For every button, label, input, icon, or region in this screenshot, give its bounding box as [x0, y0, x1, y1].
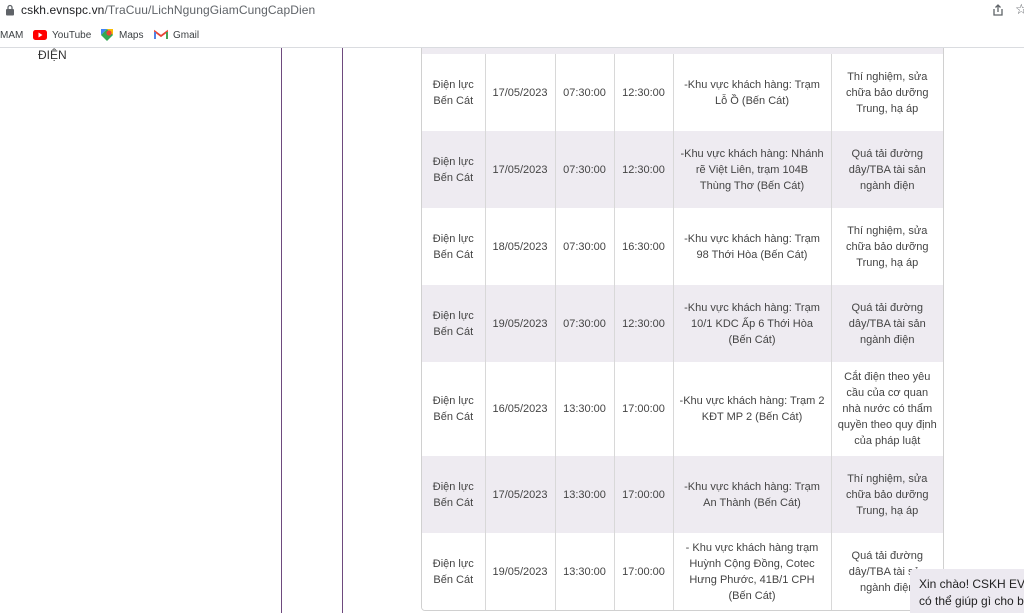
chat-greeting-line-2: có thể giúp gì cho bạn [919, 594, 1024, 608]
cell-area: -Khu vực khách hàng: Trạm 10/1 KDC Ấp 6 … [672, 285, 831, 362]
cell-start-time: 07:30:00 [554, 285, 614, 362]
url-text[interactable]: cskh.evnspc.vn/TraCuu/LichNgungGiamCungC… [21, 3, 315, 17]
gmail-icon [154, 29, 168, 39]
cell-start-time: 07:30:00 [554, 54, 614, 131]
bookmarks-bar: MAM YouTube Maps Gmail [0, 22, 1024, 48]
cell-area: -Khu vực khách hàng: Trạm Lỗ Ồ (Bến Cát) [672, 54, 831, 131]
url-path: /TraCuu/LichNgungGiamCungCapDien [104, 3, 316, 17]
cell-reason: Quá tải đường dây/TBA tài sản ngành điện [830, 131, 943, 208]
maps-icon [101, 29, 113, 41]
cell-date: 17/05/2023 [484, 131, 555, 208]
bookmark-label: Gmail [173, 29, 200, 41]
cell-unit: Điện lực Bến Cát [422, 456, 485, 533]
cell-unit: Điện lực Bến Cát [422, 208, 485, 285]
cell-end-time: 12:30:00 [613, 131, 673, 208]
cell-reason: Thí nghiệm, sửa chữa bảo dưỡng Trung, hạ… [830, 208, 943, 285]
chat-greeting-line-1: Xin chào! CSKH EVN [919, 577, 1024, 591]
table-row: Điện lực Bến Cát 16/05/2023 13:30:00 17:… [422, 362, 943, 456]
column-divider-right [342, 48, 343, 613]
page-content: ĐIỆN Điện lực Bến Cát 17/05/2023 07:30:0… [0, 48, 1024, 613]
cell-start-time: 07:30:00 [554, 131, 614, 208]
cell-end-time: 17:00:00 [613, 533, 673, 610]
bookmark-label: MAM [0, 29, 24, 41]
cell-start-time: 13:30:00 [554, 362, 614, 456]
cell-area: -Khu vực khách hàng: Trạm 2 KĐT MP 2 (Bế… [672, 362, 831, 456]
table-row: Điện lực Bến Cát 17/05/2023 07:30:00 12:… [422, 54, 943, 131]
cell-reason: Thí nghiệm, sửa chữa bảo dưỡng Trung, hạ… [830, 54, 943, 131]
cell-reason: Quá tải đường dây/TBA tài sản ngành điện [830, 285, 943, 362]
share-icon[interactable] [991, 3, 1005, 17]
bookmark-mam[interactable]: MAM [0, 27, 23, 43]
cell-unit: Điện lực Bến Cát [422, 285, 485, 362]
cell-area: -Khu vực khách hàng: Trạm An Thành (Bến … [672, 456, 831, 533]
lock-icon [6, 4, 14, 16]
table-row: Điện lực Bến Cát 18/05/2023 07:30:00 16:… [422, 208, 943, 285]
table-row: Điện lực Bến Cát 19/05/2023 07:30:00 12:… [422, 285, 943, 362]
bookmark-label: YouTube [52, 29, 92, 41]
cell-reason: Thí nghiệm, sửa chữa bảo dưỡng Trung, hạ… [830, 456, 943, 533]
cell-date: 19/05/2023 [484, 533, 555, 610]
cell-end-time: 17:00:00 [613, 456, 673, 533]
column-divider-left [281, 48, 282, 613]
cell-area: - Khu vực khách hàng trạm Huỳnh Cộng Đồn… [672, 533, 831, 610]
cell-date: 18/05/2023 [484, 208, 555, 285]
bookmark-gmail[interactable]: Gmail [154, 27, 199, 43]
bookmark-label: Maps [119, 29, 144, 41]
youtube-icon [33, 30, 47, 40]
cell-start-time: 07:30:00 [554, 208, 614, 285]
chat-greeting-popup[interactable]: Xin chào! CSKH EVN có thể giúp gì cho bạ… [910, 569, 1024, 613]
cell-reason: Cắt điện theo yêu cầu của cơ quan nhà nư… [830, 362, 943, 456]
cell-date: 17/05/2023 [484, 54, 555, 131]
cell-date: 19/05/2023 [484, 285, 555, 362]
cell-date: 17/05/2023 [484, 456, 555, 533]
cell-unit: Điện lực Bến Cát [422, 54, 485, 131]
outage-schedule-table: Điện lực Bến Cát 17/05/2023 07:30:00 12:… [421, 48, 944, 611]
cell-date: 16/05/2023 [484, 362, 555, 456]
bookmark-youtube[interactable]: YouTube [33, 27, 91, 43]
cell-end-time: 12:30:00 [613, 54, 673, 131]
url-host: cskh.evnspc.vn [21, 3, 105, 17]
cell-area: -Khu vực khách hàng: Trạm 98 Thới Hòa (B… [672, 208, 831, 285]
cell-end-time: 17:00:00 [613, 362, 673, 456]
cell-end-time: 16:30:00 [613, 208, 673, 285]
bookmark-star-icon[interactable]: ☆ [1015, 1, 1024, 18]
cell-start-time: 13:30:00 [554, 456, 614, 533]
cell-unit: Điện lực Bến Cát [422, 533, 485, 610]
table-row: Điện lực Bến Cát 19/05/2023 13:30:00 17:… [422, 533, 943, 610]
cell-end-time: 12:30:00 [613, 285, 673, 362]
table-row: Điện lực Bến Cát 17/05/2023 13:30:00 17:… [422, 456, 943, 533]
address-bar[interactable]: cskh.evnspc.vn/TraCuu/LichNgungGiamCungC… [0, 0, 1024, 22]
table-row: Điện lực Bến Cát 17/05/2023 07:30:00 12:… [422, 131, 943, 208]
cell-unit: Điện lực Bến Cát [422, 131, 485, 208]
cell-start-time: 13:30:00 [554, 533, 614, 610]
bookmark-maps[interactable]: Maps [100, 27, 143, 43]
cell-area: -Khu vực khách hàng: Nhánh rẽ Việt Liên,… [672, 131, 831, 208]
cell-unit: Điện lực Bến Cát [422, 362, 485, 456]
sidebar-heading: ĐIỆN [38, 48, 67, 62]
